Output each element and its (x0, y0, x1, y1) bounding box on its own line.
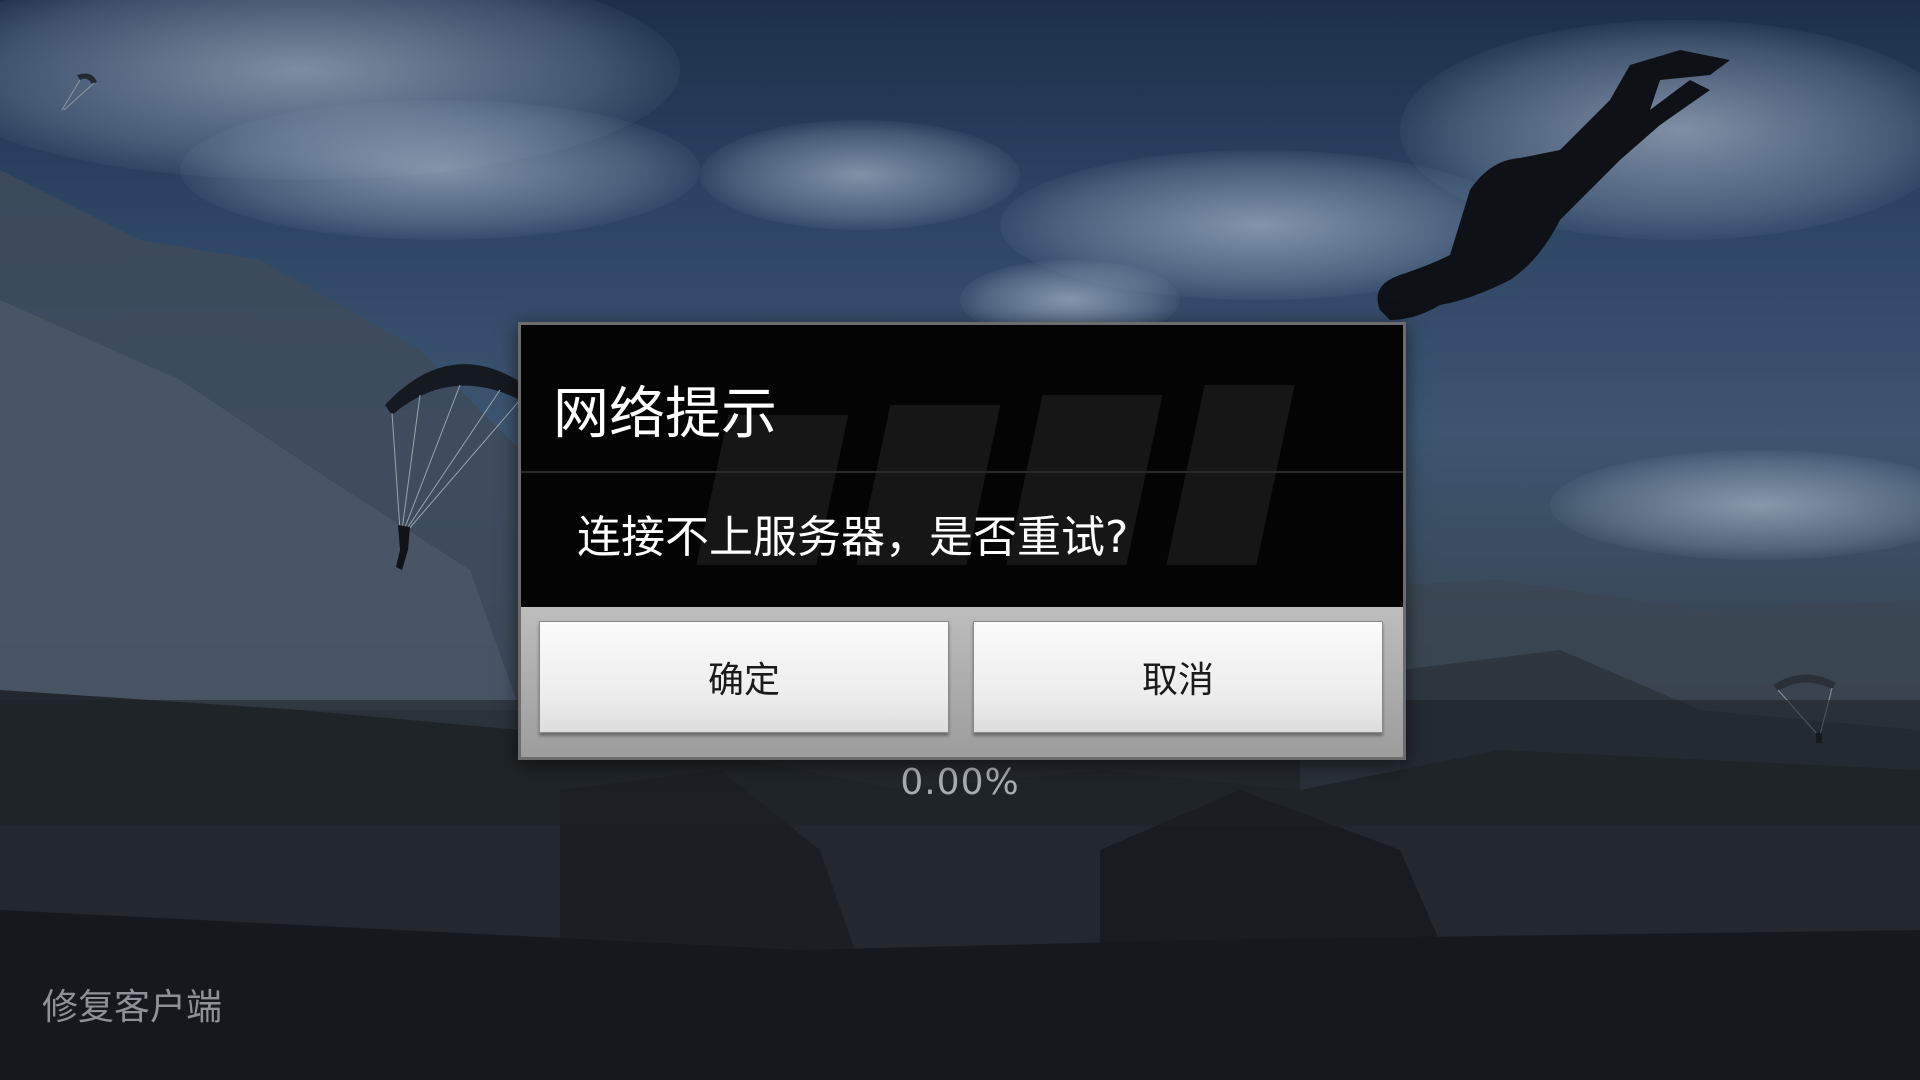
progress-percentage: 0.00% (900, 762, 1020, 803)
repair-client-button[interactable]: 修复客户端 (42, 978, 222, 1030)
parachutist-distant (61, 73, 97, 111)
dialog-body: 网络提示 连接不上服务器，是否重试? (521, 325, 1403, 607)
parachutist-left (385, 364, 525, 570)
game-launcher-screen: 0.00% 修复客户端 网络提示 连接不上服务器，是否重试? 确定 取消 (0, 0, 1920, 1080)
cancel-button-label: 取消 (1141, 660, 1214, 701)
dialog-message: 连接不上服务器，是否重试? (577, 512, 1129, 563)
confirm-button[interactable]: 确定 (539, 621, 949, 733)
network-prompt-dialog: 网络提示 连接不上服务器，是否重试? 确定 取消 (518, 322, 1406, 760)
dialog-divider (521, 471, 1403, 473)
dialog-title: 网络提示 (553, 382, 777, 447)
dialog-button-bar: 确定 取消 (521, 607, 1403, 757)
confirm-button-label: 确定 (707, 660, 780, 701)
cancel-button[interactable]: 取消 (973, 621, 1383, 733)
skydiver-silhouette (1377, 50, 1730, 320)
